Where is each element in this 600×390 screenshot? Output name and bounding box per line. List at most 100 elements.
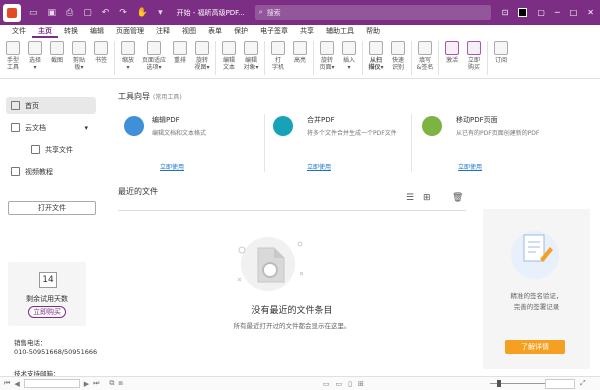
maximize-icon[interactable]: □ — [570, 8, 578, 17]
tool-guide-heading: 工具向导 — [118, 92, 150, 101]
shape-icon[interactable]: ⊡ — [502, 8, 509, 17]
tool-card-move[interactable]: 移动PDF页面 从已有的PDF页面创建新的PDF 立即使用 — [422, 110, 552, 176]
sidebar-item-video[interactable]: 视频教程 — [6, 163, 96, 180]
menu-esign[interactable]: 电子签章 — [254, 25, 294, 38]
buy-now-button[interactable]: 立即 购买 — [463, 41, 485, 71]
edit-pdf-icon — [124, 116, 144, 136]
subscribe-button[interactable]: 订阅 — [490, 41, 512, 64]
menu-share[interactable]: 共享 — [294, 25, 320, 38]
customize-icon[interactable]: ▾ — [158, 8, 163, 18]
tool-card-edit[interactable]: 编辑PDF 编辑文档和文本格式 立即使用 — [124, 110, 254, 176]
zoom-slider-thumb[interactable] — [497, 380, 501, 387]
menu-comment[interactable]: 注释 — [150, 25, 176, 38]
trash-icon[interactable]: 🗑 — [452, 193, 463, 203]
two-page-icon[interactable]: ▭ — [335, 380, 342, 388]
ribbon-divider — [114, 41, 115, 75]
minimize-icon[interactable]: ─ — [555, 8, 560, 17]
zoom-input[interactable] — [545, 379, 575, 389]
nav-next-icon[interactable]: ▶ — [84, 380, 89, 388]
close-icon[interactable]: ✕ — [587, 8, 594, 17]
reflow-button[interactable]: 重排 — [169, 41, 191, 64]
ribbon-divider — [411, 41, 412, 75]
trial-box: 14 剩余试用天数 立即购买 — [8, 262, 86, 326]
open-file-button[interactable]: 打开文件 — [8, 201, 96, 215]
menu-edit[interactable]: 编辑 — [84, 25, 110, 38]
search-input[interactable]: ⌕ 搜索 — [254, 5, 491, 20]
sidebar-item-cloud[interactable]: 云文档 ▾ — [6, 119, 96, 136]
nav-last-icon[interactable]: ⏭ — [93, 379, 99, 388]
quick-ocr-button[interactable]: 快速 识别 — [387, 41, 409, 71]
sidebar-item-shared[interactable]: 共享文件 — [26, 141, 96, 158]
rotate-page-button[interactable]: 旋转 页面▾ — [316, 41, 338, 71]
from-scanner-button[interactable]: 从扫 描仪▾ — [365, 41, 387, 71]
highlight-button[interactable]: 高亮 — [289, 41, 311, 64]
tool-card-desc: 编辑文档和文本格式 — [152, 130, 207, 137]
undo-icon[interactable]: ↶ — [102, 8, 110, 18]
menu-protect[interactable]: 保护 — [228, 25, 254, 38]
redo-icon[interactable]: ↷ — [119, 8, 127, 18]
typewriter-button[interactable]: 打 字机 — [267, 41, 289, 71]
cursor-icon — [28, 41, 42, 55]
fit-page-button[interactable]: 页面适应 选项▾ — [139, 41, 169, 71]
fill-sign-button[interactable]: 填写 &签名 — [414, 41, 436, 71]
snapshot-button[interactable]: 截图 — [46, 41, 68, 64]
rotate-view-button[interactable]: 旋转 视图▾ — [191, 41, 213, 71]
nav-prev-icon[interactable]: ◀ — [14, 380, 19, 388]
home-icon — [11, 101, 20, 110]
activate-button[interactable]: 激活 — [441, 41, 463, 64]
list-view-icon[interactable]: ☰ — [406, 193, 414, 203]
nav-first-icon[interactable]: ⏮ — [4, 379, 10, 388]
page-number-input[interactable] — [23, 379, 80, 388]
menu-accessibility[interactable]: 辅助工具 — [320, 25, 360, 38]
paste-icon[interactable]: ⧈ — [118, 379, 122, 388]
clipboard-button[interactable]: 剪贴 板▾ — [68, 41, 90, 71]
hand-tool-button[interactable]: 手型 工具 — [2, 41, 24, 71]
chevron-down-icon[interactable]: ▾ — [84, 124, 88, 132]
fit-icon[interactable]: ⊞ — [358, 380, 364, 388]
use-now-link[interactable]: 立即使用 — [307, 162, 331, 171]
learn-more-button[interactable]: 了解详情 — [505, 340, 565, 354]
typewriter-icon — [271, 41, 285, 55]
promo-line: 完善的签署记录 — [513, 303, 560, 311]
reflow-icon — [173, 41, 187, 55]
sidebar-item-home[interactable]: 首页 — [6, 97, 96, 114]
hand-tool-icon[interactable]: ✋ — [137, 8, 148, 18]
page-view-icon[interactable]: ▭ — [323, 380, 330, 388]
restore-icon[interactable]: ▢ — [537, 8, 545, 17]
copy-icon[interactable]: ⧉ — [109, 379, 114, 388]
search-icon: ⌕ — [258, 8, 263, 16]
fullscreen-icon[interactable]: ⤢ — [580, 379, 586, 388]
tool-card-desc: 从已有的PDF页面创建新的PDF — [456, 130, 540, 137]
print-icon[interactable]: ⎙ — [66, 8, 73, 18]
recent-divider — [118, 210, 466, 211]
sidebar-item-label: 共享文件 — [45, 145, 73, 154]
edit-text-button[interactable]: 编辑 文本 — [218, 41, 240, 71]
new-doc-icon[interactable]: ▢ — [83, 8, 92, 18]
menu-view[interactable]: 视图 — [176, 25, 202, 38]
tool-card-merge[interactable]: 合并PDF 将多个文件合并生成一个PDF文件 立即使用 — [273, 110, 408, 176]
menu-convert[interactable]: 转换 — [58, 25, 84, 38]
color-swatch[interactable] — [518, 8, 528, 17]
zoom-button[interactable]: 缩放 ▾ — [117, 41, 139, 71]
bookmark-button[interactable]: 书签 — [90, 41, 112, 64]
menu-form[interactable]: 表单 — [202, 25, 228, 38]
zoom-icon — [121, 41, 135, 55]
menu-organize[interactable]: 页面管理 — [110, 25, 150, 38]
open-folder-icon[interactable]: ▭ — [29, 8, 38, 18]
menu-help[interactable]: 帮助 — [360, 25, 386, 38]
select-button[interactable]: 选择 ▾ — [24, 41, 46, 71]
bookmark-icon — [94, 41, 108, 55]
menu-file[interactable]: 文件 — [6, 25, 32, 38]
insert-button[interactable]: 插入 ▾ — [338, 41, 360, 71]
buy-now-link[interactable]: 立即购买 — [28, 306, 66, 318]
edit-object-button[interactable]: 编辑 对象▾ — [240, 41, 262, 71]
use-now-link[interactable]: 立即使用 — [160, 162, 184, 171]
grid-view-icon[interactable]: ⊞ — [423, 193, 431, 203]
use-now-link[interactable]: 立即使用 — [458, 162, 482, 171]
save-icon[interactable]: ▣ — [48, 8, 57, 18]
menu-bar: 文件 主页 转换 编辑 页面管理 注释 视图 表单 保护 电子签章 共享 辅助工… — [0, 25, 600, 38]
title-bar: ▭ ▣ ⎙ ▢ ↶ ↷ ✋ ▾ 开始 - 福昕高级PDF... ⌕ 搜索 ⊡ ▢… — [0, 0, 600, 25]
scroll-view-icon[interactable]: ▯ — [348, 380, 352, 388]
sales-phone-label: 销售电话： — [14, 339, 47, 347]
menu-home[interactable]: 主页 — [32, 25, 58, 38]
